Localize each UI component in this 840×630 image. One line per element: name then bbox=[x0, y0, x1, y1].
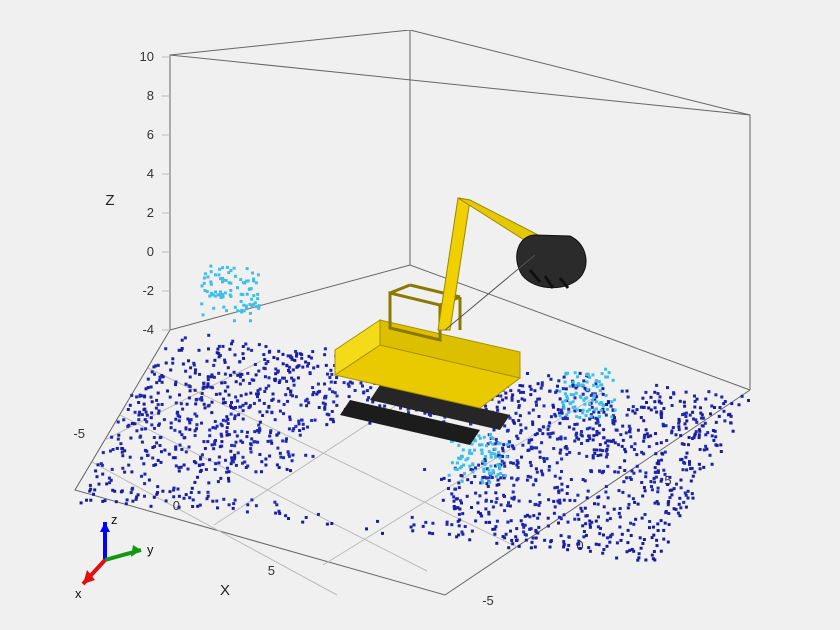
ztick-0: 0 bbox=[147, 244, 154, 259]
ztick-8: 8 bbox=[147, 88, 154, 103]
z-axis-ticks: -4 -2 0 2 4 6 8 10 Z bbox=[105, 49, 170, 337]
xtick-5: 5 bbox=[268, 563, 275, 578]
floor-grid bbox=[92, 361, 603, 595]
ztick-4: 4 bbox=[147, 166, 154, 181]
triad-x-label: x bbox=[75, 586, 82, 601]
ztick-2: 2 bbox=[147, 205, 154, 220]
triad-y-label: y bbox=[147, 542, 154, 557]
figure-canvas: -4 -2 0 2 4 6 8 10 Z -5 bbox=[0, 0, 840, 630]
axes-3d[interactable]: -4 -2 0 2 4 6 8 10 Z -5 bbox=[50, 30, 790, 610]
ztick--2: -2 bbox=[142, 283, 154, 298]
ztick--4: -4 bbox=[142, 322, 154, 337]
x-axis-label: X bbox=[220, 582, 230, 599]
excavator-model bbox=[335, 198, 586, 445]
z-axis-label: Z bbox=[105, 192, 114, 209]
ytick--5: -5 bbox=[482, 593, 494, 608]
xtick-0: 0 bbox=[173, 498, 180, 513]
point-cloud bbox=[80, 265, 750, 562]
triad-z-label: z bbox=[111, 512, 118, 527]
ztick-10: 10 bbox=[140, 49, 154, 64]
xtick--5: -5 bbox=[73, 426, 85, 441]
ztick-6: 6 bbox=[147, 127, 154, 142]
orientation-triad: z y x bbox=[75, 512, 154, 601]
